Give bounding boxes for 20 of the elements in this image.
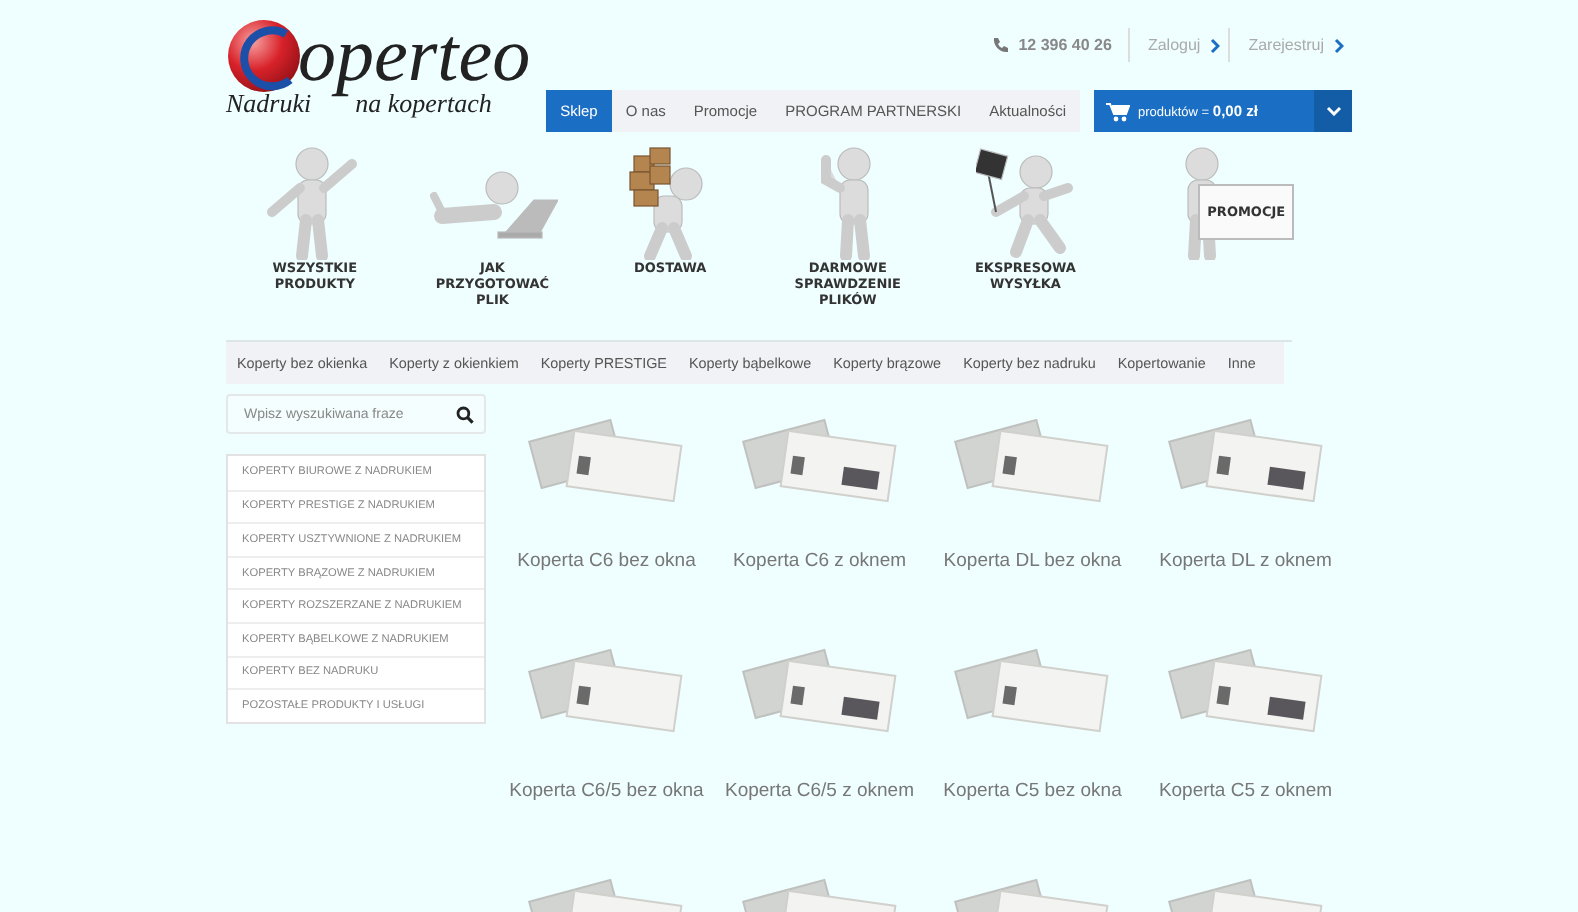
product-name[interactable]: Koperta C6/5 bez okna bbox=[502, 766, 711, 818]
chevron-right-icon bbox=[1210, 37, 1221, 53]
logo-tagline: na kopertach bbox=[355, 88, 492, 120]
product-name[interactable]: Koperta DL z oknem bbox=[1141, 536, 1350, 588]
cart-icon bbox=[1106, 101, 1130, 121]
search-icon[interactable] bbox=[456, 405, 474, 423]
chevron-down-icon bbox=[1325, 106, 1341, 116]
product-name[interactable]: Koperta C5 bez okna bbox=[928, 766, 1137, 818]
chevron-right-icon bbox=[1334, 37, 1344, 53]
product-name[interactable]: Koperta DL bez okna bbox=[928, 536, 1137, 588]
product-name[interactable]: Koperta C6 z oknem bbox=[715, 536, 924, 588]
product-name[interactable]: Koperta C6/5 z oknem bbox=[715, 766, 924, 818]
phone-icon bbox=[990, 35, 1011, 55]
product-name[interactable]: Koperta C6 bez okna bbox=[502, 536, 711, 588]
logo-tagline: Nadruki bbox=[226, 88, 312, 120]
logo-wordmark: operteo bbox=[298, 18, 531, 94]
figure-drawing bbox=[975, 144, 1076, 260]
cart-dropdown-button[interactable] bbox=[1314, 90, 1352, 132]
product-name[interactable]: Koperta C5 z oknem bbox=[1141, 766, 1350, 818]
phone-number: 12 396 40 26 bbox=[1018, 36, 1112, 54]
